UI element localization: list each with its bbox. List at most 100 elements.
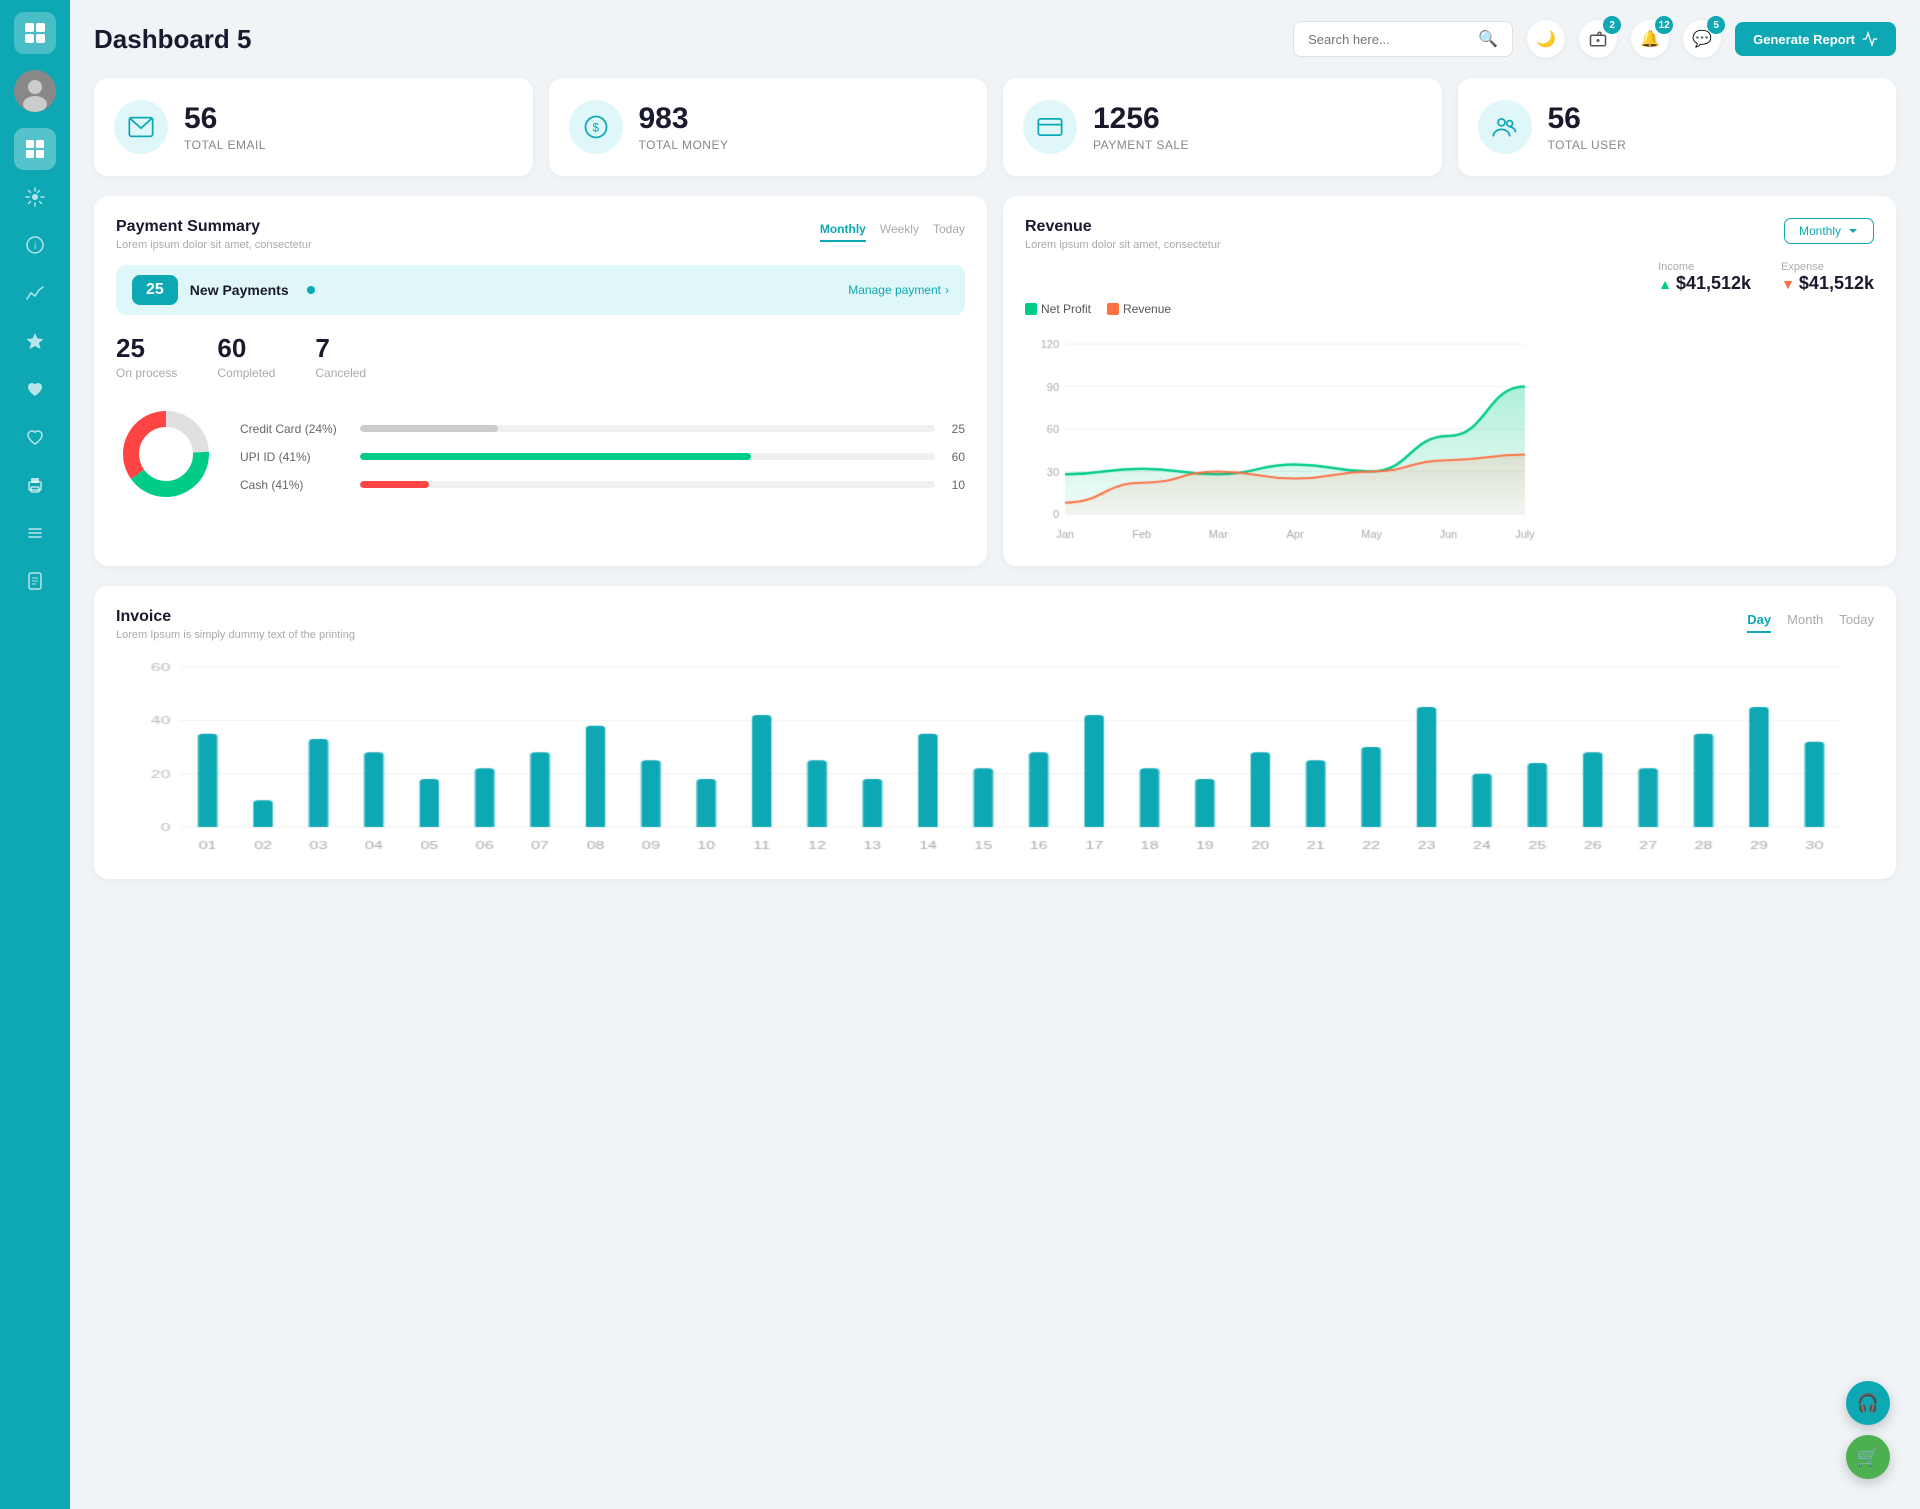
chat-badge: 5 <box>1707 16 1725 34</box>
sidebar-item-analytics[interactable] <box>14 272 56 314</box>
money-label: TOTAL MONEY <box>639 138 729 152</box>
payment-tabs: Monthly Weekly Today <box>820 218 965 242</box>
stat-card-money: $ 983 TOTAL MONEY <box>549 78 988 176</box>
header-actions: 🔍 🌙 2 🔔 12 💬 5 Generate Report <box>1293 20 1896 58</box>
stat-card-payment: 1256 PAYMENT SALE <box>1003 78 1442 176</box>
legend-net-profit: Net Profit <box>1025 302 1091 316</box>
svg-text:i: i <box>34 241 36 252</box>
bell-badge: 12 <box>1655 16 1673 34</box>
net-profit-dot <box>1025 303 1037 315</box>
new-payments-dot <box>307 286 315 294</box>
inv-tab-month[interactable]: Month <box>1787 608 1823 633</box>
invoice-chart <box>116 657 1874 857</box>
pb-credit-card: Credit Card (24%) 25 <box>240 422 965 436</box>
email-count: 56 <box>184 102 266 136</box>
sidebar-item-documents[interactable] <box>14 560 56 602</box>
sidebar-item-print[interactable] <box>14 464 56 506</box>
revenue-subtitle: Lorem ipsum dolor sit amet, consectetur <box>1025 239 1221 251</box>
svg-text:$: $ <box>592 122 599 135</box>
sidebar-item-list[interactable] <box>14 512 56 554</box>
search-input[interactable] <box>1308 32 1470 47</box>
header: Dashboard 5 🔍 🌙 2 🔔 12 💬 5 Generate Repo… <box>94 20 1896 58</box>
support-fab[interactable]: 🎧 <box>1846 1381 1890 1425</box>
sidebar-item-star[interactable] <box>14 320 56 362</box>
payment-summary-title: Payment Summary <box>116 218 312 236</box>
new-payments-row: 25 New Payments Manage payment › <box>116 265 965 315</box>
progress-bars: Credit Card (24%) 25 UPI ID (41%) 60 <box>240 422 965 492</box>
donut-chart <box>116 404 216 509</box>
inv-tab-day[interactable]: Day <box>1747 608 1771 633</box>
email-icon <box>114 100 168 154</box>
fab-container: 🎧 🛒 <box>1846 1381 1890 1479</box>
payment-details: Credit Card (24%) 25 UPI ID (41%) 60 <box>116 404 965 509</box>
payment-label: PAYMENT SALE <box>1093 138 1189 152</box>
invoice-tabs: Day Month Today <box>1747 608 1874 633</box>
revenue-title: Revenue <box>1025 218 1221 236</box>
generate-report-label: Generate Report <box>1753 32 1855 47</box>
payment-icon <box>1023 100 1077 154</box>
invoice-section: Invoice Lorem Ipsum is simply dummy text… <box>94 586 1896 879</box>
user-label: TOTAL USER <box>1548 138 1627 152</box>
sidebar: i <box>0 0 70 1509</box>
pb-bar-upi <box>360 453 751 460</box>
inv-tab-today[interactable]: Today <box>1839 608 1874 633</box>
money-count: 983 <box>639 102 729 136</box>
stat-completed: 60 Completed <box>217 333 275 380</box>
payment-count: 1256 <box>1093 102 1189 136</box>
expense-block: Expense ▼ $41,512k <box>1781 261 1874 294</box>
avatar[interactable] <box>14 70 56 112</box>
main-content: Dashboard 5 🔍 🌙 2 🔔 12 💬 5 Generate Repo… <box>70 0 1920 1509</box>
user-icon <box>1478 100 1532 154</box>
payment-summary-card: Payment Summary Lorem ipsum dolor sit am… <box>94 196 987 566</box>
search-icon: 🔍 <box>1478 29 1498 49</box>
sidebar-logo[interactable] <box>14 12 56 54</box>
payment-stats: 25 On process 60 Completed 7 Canceled <box>116 333 965 380</box>
income-value: $41,512k <box>1676 273 1751 294</box>
tab-today[interactable]: Today <box>933 218 965 242</box>
pb-bar-credit <box>360 425 498 432</box>
stat-card-user: 56 TOTAL USER <box>1458 78 1897 176</box>
manage-payment-link[interactable]: Manage payment › <box>848 283 949 297</box>
user-count: 56 <box>1548 102 1627 136</box>
income-icon: ▲ <box>1658 276 1672 292</box>
email-label: TOTAL EMAIL <box>184 138 266 152</box>
middle-row: Payment Summary Lorem ipsum dolor sit am… <box>94 196 1896 566</box>
legend-revenue: Revenue <box>1107 302 1171 316</box>
invoice-title: Invoice <box>116 608 355 626</box>
sidebar-item-settings[interactable] <box>14 176 56 218</box>
wallet-badge: 2 <box>1603 16 1621 34</box>
sidebar-item-info[interactable]: i <box>14 224 56 266</box>
tab-weekly[interactable]: Weekly <box>880 218 919 242</box>
generate-report-button[interactable]: Generate Report <box>1735 22 1896 56</box>
stat-card-email: 56 TOTAL EMAIL <box>94 78 533 176</box>
new-payments-label: New Payments <box>190 282 289 298</box>
search-box[interactable]: 🔍 <box>1293 21 1513 57</box>
stat-canceled: 7 Canceled <box>315 333 366 380</box>
revenue-monthly-button[interactable]: Monthly <box>1784 218 1874 244</box>
new-payments-count: 25 <box>132 275 178 305</box>
revenue-dot <box>1107 303 1119 315</box>
money-icon: $ <box>569 100 623 154</box>
bell-button[interactable]: 🔔 12 <box>1631 20 1669 58</box>
theme-toggle-button[interactable]: 🌙 <box>1527 20 1565 58</box>
page-title: Dashboard 5 <box>94 24 252 55</box>
chat-button[interactable]: 💬 5 <box>1683 20 1721 58</box>
sidebar-item-heart2[interactable] <box>14 416 56 458</box>
pb-cash: Cash (41%) 10 <box>240 478 965 492</box>
revenue-card: Revenue Lorem ipsum dolor sit amet, cons… <box>1003 196 1896 566</box>
cart-fab[interactable]: 🛒 <box>1846 1435 1890 1479</box>
payment-summary-subtitle: Lorem ipsum dolor sit amet, consectetur <box>116 239 312 251</box>
sidebar-item-favorites[interactable] <box>14 368 56 410</box>
revenue-chart <box>1025 324 1545 544</box>
expense-value: $41,512k <box>1799 273 1874 294</box>
stat-on-process: 25 On process <box>116 333 177 380</box>
pb-bar-cash <box>360 481 429 488</box>
tab-monthly[interactable]: Monthly <box>820 218 866 242</box>
income-block: Income ▲ $41,512k <box>1658 261 1751 294</box>
pb-upi: UPI ID (41%) 60 <box>240 450 965 464</box>
invoice-subtitle: Lorem Ipsum is simply dummy text of the … <box>116 629 355 641</box>
revenue-legend: Net Profit Revenue <box>1025 302 1874 316</box>
sidebar-item-dashboard[interactable] <box>14 128 56 170</box>
stat-cards: 56 TOTAL EMAIL $ 983 TOTAL MONEY 1256 PA… <box>94 78 1896 176</box>
wallet-button[interactable]: 2 <box>1579 20 1617 58</box>
